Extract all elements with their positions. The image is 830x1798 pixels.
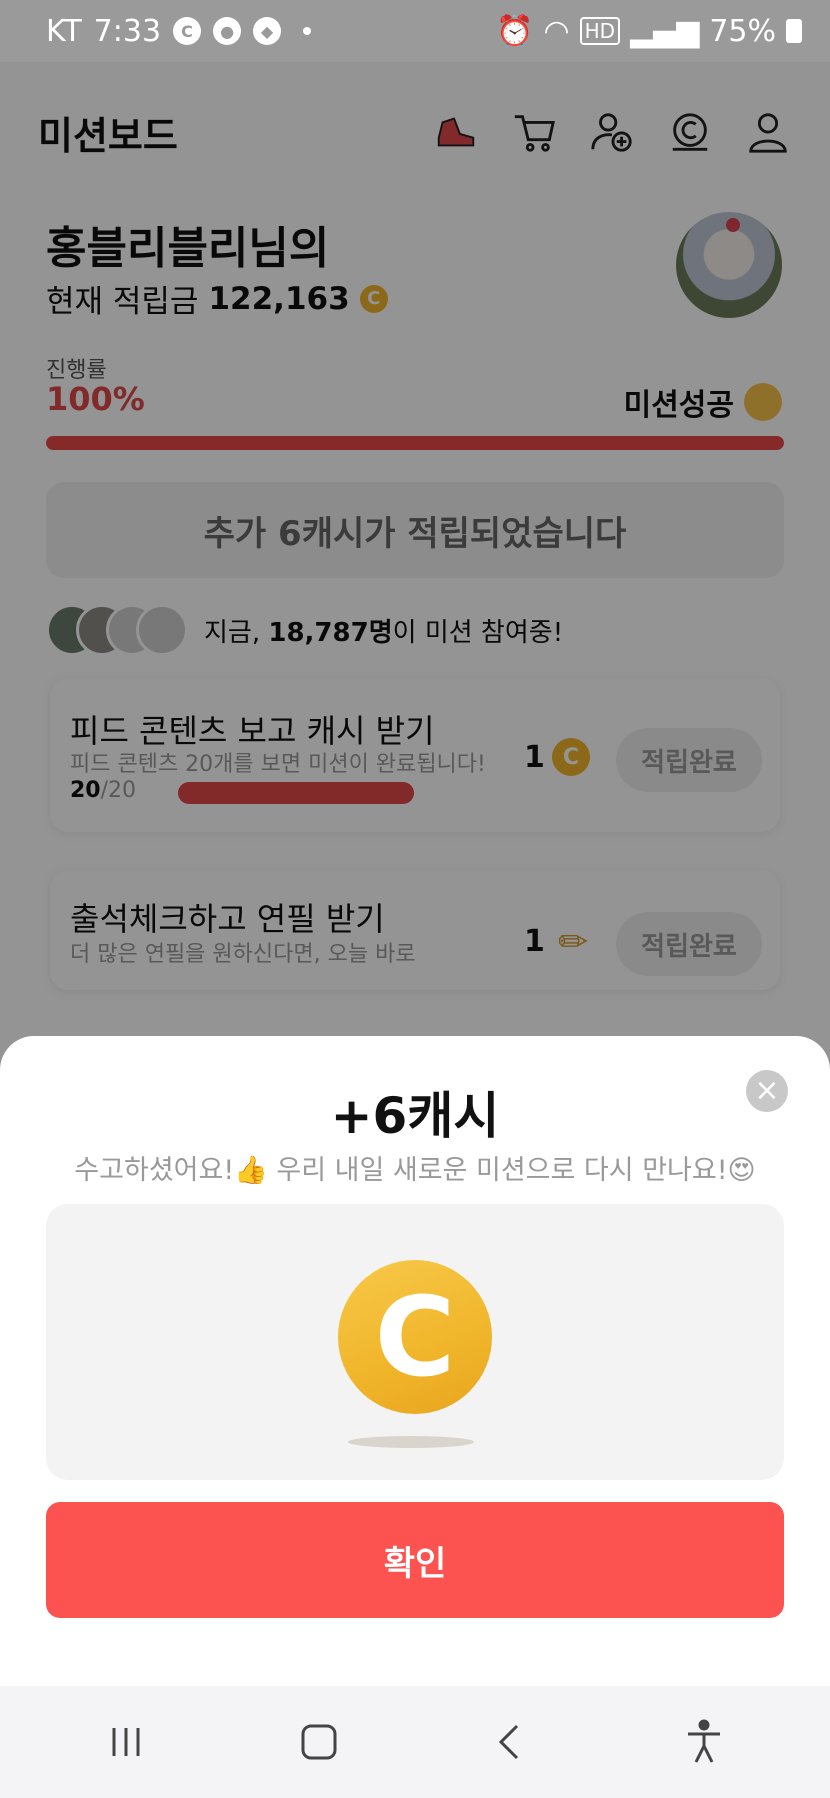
hd-badge: HD xyxy=(579,17,621,45)
signal-icon: ▂▄▆ xyxy=(630,13,700,49)
system-nav-bar xyxy=(0,1686,830,1798)
wifi-icon: ◠ xyxy=(543,13,570,49)
coin-shadow xyxy=(348,1436,474,1448)
chat-icon: ◆ xyxy=(253,17,282,45)
battery-label: 75% xyxy=(709,13,776,49)
status-right: ⏰ ◠ HD ▂▄▆ 75% xyxy=(496,14,802,49)
sheet-subtitle: 수고하셨어요!👍 우리 내일 새로운 미션으로 다시 만나요!😍 xyxy=(74,1155,756,1186)
coin-illustration-box: C xyxy=(46,1204,784,1480)
notification-dot-icon xyxy=(303,27,312,35)
alarm-icon: ⏰ xyxy=(496,13,534,49)
lock-app-icon: ● xyxy=(213,17,242,45)
recent-apps-icon[interactable] xyxy=(86,1702,166,1782)
status-left: KT 7:33 C ● ◆ xyxy=(46,13,312,49)
status-bar: KT 7:33 C ● ◆ ⏰ ◠ HD ▂▄▆ 75% xyxy=(0,0,830,62)
c-app-icon: C xyxy=(173,17,202,45)
accessibility-icon[interactable] xyxy=(664,1702,744,1782)
confirm-button[interactable]: 확인 xyxy=(46,1502,784,1618)
clock: 7:33 xyxy=(93,13,162,49)
big-coin-icon: C xyxy=(338,1260,492,1414)
sheet-title: +6캐시 xyxy=(330,1087,500,1145)
reward-bottom-sheet: × +6캐시 수고하셨어요!👍 우리 내일 새로운 미션으로 다시 만나요!😍 … xyxy=(0,1036,830,1686)
carrier-label: KT xyxy=(46,13,82,49)
home-icon[interactable] xyxy=(279,1702,359,1782)
back-icon[interactable] xyxy=(471,1702,551,1782)
battery-icon xyxy=(786,19,802,43)
